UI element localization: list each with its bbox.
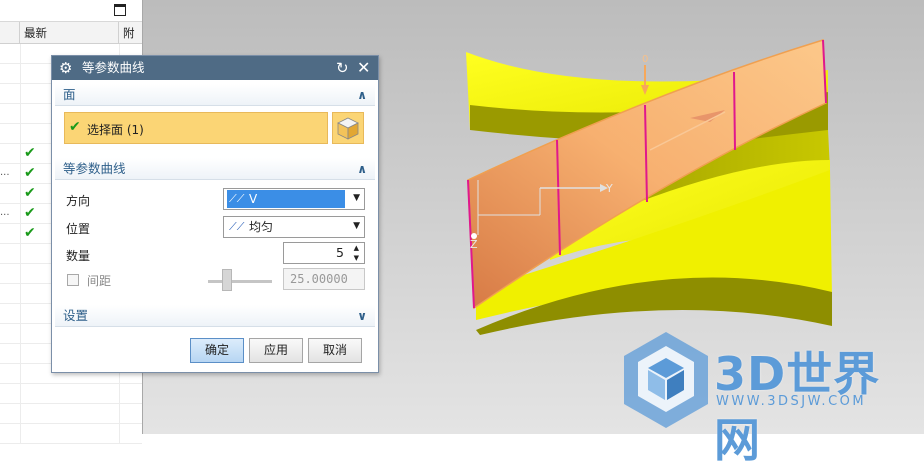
check-icon: ✔ [24,185,36,201]
spin-down-icon[interactable]: ▼ [354,254,359,262]
navigator-toolbar [0,0,142,22]
section-isoparam[interactable]: 等参数曲线 ∧ [55,158,375,180]
check-icon: ✔ [24,225,36,241]
count-label: 数量 [66,249,91,263]
cell-divider [20,264,21,284]
cell-divider [20,84,21,104]
direction-label: 方向 [66,194,91,208]
chevron-up-icon[interactable]: ∧ [357,158,367,180]
cell-divider [20,324,21,344]
cancel-button[interactable]: 取消 [308,338,362,363]
position-label: 位置 [66,222,91,236]
isoparametric-curve-dialog: ⚙ 等参数曲线 ↻ ✕ 面 ∧ ✔ 选择面 (1) 等参数曲线 ∧ 方向 V ⟋… [51,55,379,373]
cell-divider [20,204,21,224]
cell-divider [20,104,21,124]
dialog-title: 等参数曲线 [82,60,145,75]
direction-v-icon: ⟋⟋ [229,192,245,205]
section-settings-title: 设置 [63,308,89,323]
pitch-checkbox[interactable] [67,274,79,286]
watermark-url: WWW.3DSJW.COM [716,394,867,409]
cell-divider [20,344,21,364]
pitch-slider-track[interactable] [208,280,272,283]
gear-icon: ⚙ [59,59,73,77]
table-row[interactable] [0,384,142,404]
apply-button[interactable]: 应用 [249,338,303,363]
cube-icon [337,117,359,140]
select-face-label: 选择面 (1) [87,123,144,137]
chevron-up-icon[interactable]: ∧ [357,84,367,106]
uniform-icon: ⟋⟋ [229,220,245,233]
select-face-row[interactable]: ✔ 选择面 (1) [64,112,328,144]
cell-divider [20,144,21,164]
count-spinner[interactable]: 5 ▲ ▼ [283,242,365,264]
3d-model-view[interactable]: Y Z 0 [440,30,860,350]
cell-divider [20,224,21,244]
cell-divider [20,44,21,64]
cell-divider [20,64,21,84]
cell-divider [20,124,21,144]
dialog-title-bar[interactable]: ⚙ 等参数曲线 ↻ ✕ [52,56,378,80]
pitch-label: 间距 [87,274,112,288]
check-icon: ✔ [69,119,81,135]
section-face-title: 面 [63,87,76,102]
dropdown-arrow-icon[interactable]: ▼ [353,221,360,231]
pitch-value-field[interactable]: 25.00000 [283,268,365,290]
check-icon: ✔ [24,205,36,221]
cell-divider [20,304,21,324]
iso-curve-4 [733,71,736,151]
row-truncated-text: ... [0,207,10,218]
cell-divider [119,404,120,424]
direction-value: V [227,190,345,208]
close-icon[interactable]: ✕ [357,56,370,80]
chevron-down-icon[interactable]: ∨ [357,305,367,327]
row-truncated-text: ... [0,167,10,178]
cell-divider [20,424,21,444]
table-row[interactable] [0,424,142,444]
section-isoparam-title: 等参数曲线 [63,161,126,176]
maximize-icon[interactable] [114,4,126,16]
position-dropdown[interactable]: 均匀 ⟋⟋ ▼ [223,216,365,238]
cell-divider [20,284,21,304]
section-face[interactable]: 面 ∧ [55,84,375,106]
direction-dropdown[interactable]: V ⟋⟋ ▼ [223,188,365,210]
cell-divider [119,384,120,404]
spin-up-icon[interactable]: ▲ [354,244,359,252]
cell-divider [20,184,21,204]
cell-divider [20,164,21,184]
axis-top-label: 0 [642,54,648,65]
check-icon: ✔ [24,165,36,181]
table-row[interactable] [0,404,142,424]
ok-button[interactable]: 确定 [190,338,244,363]
pitch-slider-thumb[interactable] [222,269,232,291]
reset-icon[interactable]: ↻ [336,56,349,80]
cell-divider [20,244,21,264]
count-value: 5 [336,245,344,260]
face-select-cube-button[interactable] [332,112,364,144]
navigator-header: 最新 附 [0,22,142,44]
header-col-extra[interactable]: 附 [119,22,143,44]
dropdown-arrow-icon[interactable]: ▼ [353,193,360,203]
axis-y-label: Y [605,182,613,195]
cell-divider [20,404,21,424]
watermark-logo-icon [624,332,708,428]
header-col-blank[interactable] [0,22,20,44]
header-col-latest[interactable]: 最新 [20,22,119,44]
cell-divider [119,424,120,444]
axis-z-label: Z [470,238,478,251]
check-icon: ✔ [24,145,36,161]
section-settings[interactable]: 设置 ∨ [55,305,375,327]
cell-divider [20,364,21,384]
cell-divider [20,384,21,404]
